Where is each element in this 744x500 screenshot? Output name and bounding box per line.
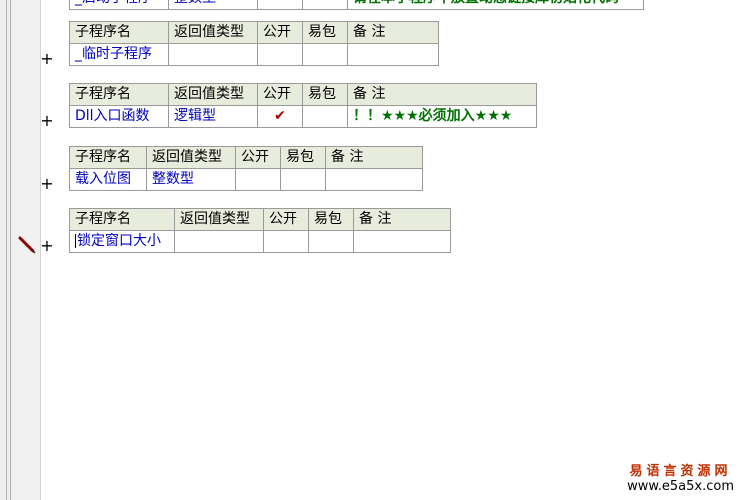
public-cell[interactable]	[263, 230, 309, 253]
subroutine-table: 子程序名 返回值类型 公开 易包 备 注 载入位图 整数型	[69, 146, 423, 191]
note-cell[interactable]: ！！★★★必须加入★★★	[347, 105, 537, 128]
public-cell[interactable]	[257, 0, 303, 10]
note-cell[interactable]	[325, 168, 423, 191]
package-cell[interactable]	[302, 0, 348, 10]
header-package: 易包	[308, 208, 354, 231]
expand-button[interactable]: +	[40, 51, 54, 67]
package-cell[interactable]	[280, 168, 326, 191]
return-type-cell[interactable]: 整数型	[146, 168, 236, 191]
gutter-line	[10, 0, 11, 500]
watermark-url: www.e5a5x.com	[627, 479, 734, 494]
public-cell[interactable]	[257, 43, 303, 66]
expand-button[interactable]: +	[40, 176, 54, 192]
partial-subroutine-table: _启动子程序 整数型 请在本子程序中放置动态链接库初始化代码	[69, 0, 644, 10]
subroutine-name-text: 锁定窗口大小	[77, 233, 161, 249]
header-package: 易包	[280, 146, 326, 169]
subroutine-table: 子程序名 返回值类型 公开 易包 备 注 锁定窗口大小	[69, 208, 451, 253]
header-name: 子程序名	[69, 146, 147, 169]
header-note: 备 注	[347, 21, 439, 44]
expand-button[interactable]: +	[40, 113, 54, 129]
expand-button[interactable]: +	[40, 238, 54, 254]
package-cell[interactable]	[308, 230, 354, 253]
subroutine-table: 子程序名 返回值类型 公开 易包 备 注 Dll入口函数 逻辑型 ✔ ！！★★★…	[69, 83, 537, 128]
subroutine-name-cell[interactable]: _启动子程序	[69, 0, 169, 10]
subroutine-name-cell[interactable]: 锁定窗口大小	[69, 230, 175, 253]
subroutine-name-cell[interactable]: 载入位图	[69, 168, 147, 191]
public-cell[interactable]: ✔	[257, 105, 303, 128]
header-note: 备 注	[347, 83, 537, 106]
package-cell[interactable]	[302, 105, 348, 128]
return-type-cell[interactable]: 整数型	[168, 0, 258, 10]
subroutine-name-cell[interactable]: _临时子程序	[69, 43, 169, 66]
header-public: 公开	[257, 21, 303, 44]
watermark-site-name: 易语言资源网	[629, 464, 732, 479]
header-public: 公开	[263, 208, 309, 231]
pencil-icon	[18, 236, 36, 254]
package-cell[interactable]	[302, 43, 348, 66]
header-name: 子程序名	[69, 21, 169, 44]
header-public: 公开	[257, 83, 303, 106]
header-return-type: 返回值类型	[174, 208, 264, 231]
header-name: 子程序名	[69, 83, 169, 106]
return-type-cell[interactable]	[174, 230, 264, 253]
header-package: 易包	[302, 21, 348, 44]
header-return-type: 返回值类型	[168, 83, 258, 106]
header-name: 子程序名	[69, 208, 175, 231]
header-note: 备 注	[325, 146, 423, 169]
check-icon: ✔	[274, 108, 286, 124]
subroutine-name-cell[interactable]: Dll入口函数	[69, 105, 169, 128]
public-cell[interactable]	[235, 168, 281, 191]
return-type-cell[interactable]	[168, 43, 258, 66]
note-cell[interactable]	[353, 230, 451, 253]
header-public: 公开	[235, 146, 281, 169]
gutter-line	[6, 0, 7, 500]
watermark: 易语言资源网 www.e5a5x.com	[627, 460, 734, 494]
return-type-cell[interactable]: 逻辑型	[168, 105, 258, 128]
note-cell[interactable]: 请在本子程序中放置动态链接库初始化代码	[347, 0, 644, 10]
header-return-type: 返回值类型	[146, 146, 236, 169]
text-cursor	[75, 234, 76, 248]
header-package: 易包	[302, 83, 348, 106]
note-cell[interactable]	[347, 43, 439, 66]
header-note: 备 注	[353, 208, 451, 231]
header-return-type: 返回值类型	[168, 21, 258, 44]
subroutine-table: 子程序名 返回值类型 公开 易包 备 注 _临时子程序	[69, 21, 439, 66]
